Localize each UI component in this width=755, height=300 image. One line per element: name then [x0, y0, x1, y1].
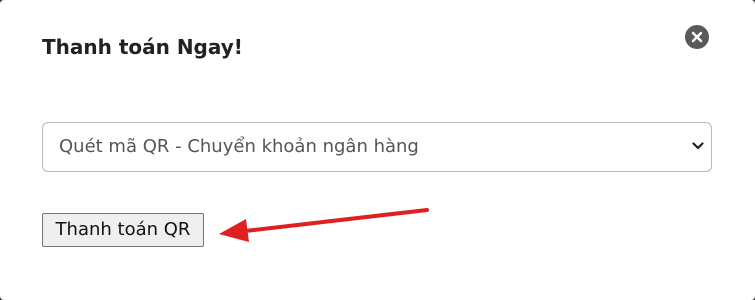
red-arrow-icon — [219, 208, 429, 242]
payment-method-selected-value: Quét mã QR - Chuyển khoản ngân hàng — [59, 136, 419, 157]
close-button[interactable] — [685, 25, 709, 49]
pay-qr-button[interactable]: Thanh toán QR — [42, 213, 204, 247]
chevron-down-icon — [692, 142, 704, 150]
payment-modal: Thanh toán Ngay! Quét mã QR - Chuyển kho… — [0, 0, 755, 300]
close-icon — [691, 31, 703, 43]
modal-title: Thanh toán Ngay! — [42, 35, 243, 59]
payment-method-select[interactable]: Quét mã QR - Chuyển khoản ngân hàng — [42, 122, 712, 172]
